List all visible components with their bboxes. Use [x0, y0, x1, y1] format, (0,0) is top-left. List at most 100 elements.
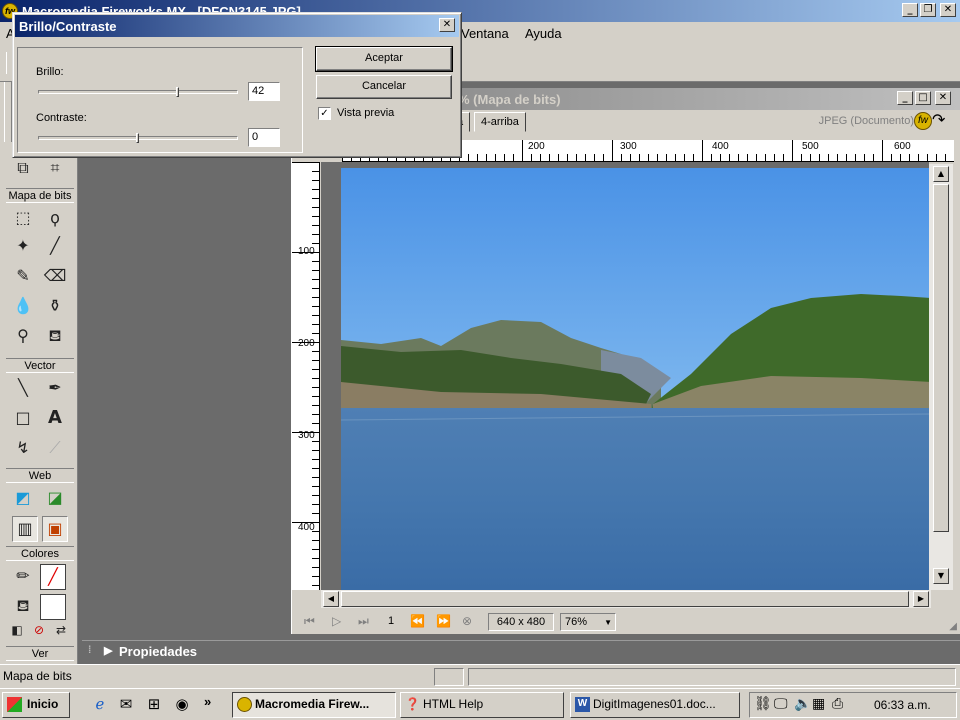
more-quicklaunch-icon[interactable]: » — [204, 694, 211, 709]
marquee-tool-icon[interactable]: ⬚ — [10, 206, 36, 232]
brightness-slider-track[interactable] — [38, 90, 238, 94]
lake-photo[interactable] — [341, 168, 931, 590]
menu-item-ayuda[interactable]: Ayuda — [525, 26, 562, 41]
text-tool-icon[interactable]: A — [42, 406, 68, 432]
zoom-level-select[interactable]: 76% ▼ — [560, 613, 616, 631]
previous-frame-icon[interactable]: ⏪ — [410, 614, 425, 628]
rectangle-tool-icon[interactable]: □ — [10, 406, 36, 432]
magic-wand-tool-icon[interactable]: ✦ — [10, 234, 36, 260]
contrast-input[interactable]: 0 — [248, 128, 280, 147]
pencil-tool-icon[interactable]: ✎ — [10, 264, 36, 290]
doc-minimize-button[interactable]: _ — [897, 91, 913, 105]
preview-checkbox[interactable]: ✓ — [318, 107, 331, 120]
eraser-tool-icon[interactable]: ⌫ — [42, 264, 68, 290]
taskbar: Inicio ℯ ✉ ⊞ ◉ » Macromedia Firew... ❓ H… — [0, 688, 960, 720]
fireworks-edit-icon[interactable]: fw — [914, 112, 932, 130]
ruler-label-v300: 300 — [298, 430, 315, 441]
outlook-icon[interactable]: ✉ — [116, 695, 136, 715]
fill-color-swatch[interactable] — [40, 594, 66, 620]
cancel-button[interactable]: Cancelar — [316, 75, 452, 99]
first-frame-icon[interactable]: ⏮ — [304, 614, 315, 629]
brightness-input[interactable]: 42 — [248, 82, 280, 101]
slice-tool-icon[interactable]: ◪ — [42, 486, 68, 512]
lasso-tool-icon[interactable]: ϙ — [42, 206, 68, 232]
scroll-up-icon[interactable]: ▲ — [933, 166, 949, 182]
knife-tool-icon[interactable]: ⟋ — [42, 436, 68, 462]
task-fireworks[interactable]: Macromedia Firew... — [232, 692, 396, 718]
minimize-button[interactable]: _ — [902, 3, 918, 17]
hotspot-tool-icon[interactable]: ◩ — [10, 486, 36, 512]
no-color-icon[interactable]: ⊘ — [30, 622, 48, 640]
close-button[interactable]: ✕ — [940, 3, 956, 17]
word-icon: W — [575, 697, 590, 712]
scroll-down-icon[interactable]: ▼ — [933, 568, 949, 584]
swap-colors-icon[interactable]: ⇄ — [52, 622, 70, 640]
default-colors-icon[interactable]: ◧ — [8, 622, 26, 640]
canvas-area[interactable] — [321, 162, 931, 590]
stroke-color-swatch[interactable]: ╱ — [40, 564, 66, 590]
hide-slices-icon[interactable]: ▥ — [12, 516, 38, 542]
blur-tool-icon[interactable]: 💧 — [10, 294, 36, 320]
internet-explorer-icon[interactable]: ℯ — [90, 695, 110, 715]
play-icon[interactable]: ▷ — [332, 614, 341, 628]
menu-item-ventana[interactable]: Ventana — [461, 26, 509, 41]
rubber-stamp-tool-icon[interactable]: ⚱ — [42, 294, 68, 320]
document-title: % (Mapa de bits) — [458, 92, 561, 107]
brush-tool-icon[interactable]: ╱ — [42, 234, 68, 260]
show-desktop-icon[interactable]: ⊞ — [144, 695, 164, 715]
vertical-scrollbar[interactable]: ▲ ▼ — [929, 164, 953, 590]
volume-icon[interactable]: 🔈 — [794, 695, 811, 712]
contrast-slider-thumb[interactable] — [136, 133, 139, 143]
system-tray: ⛓ 🖵 🔈 ▦ ⎙ 06:33 a.m. — [749, 692, 957, 718]
stop-icon[interactable]: ⊗ — [462, 614, 472, 628]
chevron-down-icon: ▼ — [604, 618, 612, 627]
scale-tool-icon[interactable]: ⧉ — [10, 156, 36, 182]
monitor-icon[interactable]: 🖵 — [774, 695, 788, 712]
resize-grip-icon[interactable]: ◢ — [949, 621, 957, 632]
pen-tool-icon[interactable]: ✒ — [42, 376, 68, 402]
start-button[interactable]: Inicio — [2, 692, 70, 718]
tab-4-arriba[interactable]: 4-arriba — [474, 112, 526, 132]
status-text: Mapa de bits — [3, 669, 72, 683]
fill-color-icon[interactable]: ⛾ — [10, 594, 36, 620]
start-label: Inicio — [27, 697, 59, 711]
restore-button[interactable]: ❐ — [920, 3, 936, 17]
stroke-color-icon[interactable]: ✏ — [10, 564, 36, 590]
doc-close-button[interactable]: ✕ — [935, 91, 951, 105]
task-word-document[interactable]: W DigitImagenes01.doc... — [570, 692, 740, 718]
panel-grip-icon[interactable]: ⁞ — [88, 645, 91, 656]
paint-bucket-tool-icon[interactable]: ⛾ — [42, 324, 68, 350]
document-format: JPEG (Documento) — [818, 115, 914, 127]
task-html-help[interactable]: ❓ HTML Help — [400, 692, 564, 718]
eyedropper-tool-icon[interactable]: ⚲ — [10, 324, 36, 350]
freeform-tool-icon[interactable]: ↯ — [10, 436, 36, 462]
doc-maximize-button[interactable]: □ — [915, 91, 931, 105]
vertical-scroll-thumb[interactable] — [933, 184, 949, 532]
expand-arrow-icon[interactable]: ▶ — [104, 644, 112, 657]
printer-icon[interactable]: ⎙ — [832, 695, 843, 712]
tools-grip — [4, 82, 12, 142]
next-frame-icon[interactable]: ⏩ — [436, 614, 451, 628]
properties-panel[interactable]: ⁞ ▶ Propiedades — [82, 640, 960, 662]
ruler-label-400: 400 — [712, 141, 729, 152]
windows-logo-icon — [7, 697, 22, 712]
horizontal-scrollbar[interactable]: ◀ ▶ — [321, 590, 931, 608]
brightness-slider-thumb[interactable] — [176, 87, 179, 97]
tray-app-icon[interactable]: ▦ — [812, 695, 825, 712]
network-icon[interactable]: ⛓ — [754, 695, 772, 712]
fireworks-task-icon — [237, 697, 252, 712]
last-frame-icon[interactable]: ⏭ — [358, 614, 369, 629]
crop-tool-icon[interactable]: ⌗ — [42, 156, 68, 182]
line-tool-icon[interactable]: ╲ — [10, 376, 36, 402]
dialog-close-button[interactable]: ✕ — [439, 18, 455, 32]
frame-number: 1 — [388, 615, 395, 627]
ok-button[interactable]: Aceptar — [315, 46, 453, 72]
checkmark-icon: ✓ — [320, 108, 329, 119]
section-web: Web — [6, 468, 74, 483]
horizontal-scroll-thumb[interactable] — [341, 591, 909, 607]
scroll-left-icon[interactable]: ◀ — [323, 591, 339, 607]
quicklaunch-icon[interactable]: ◉ — [172, 695, 192, 715]
scroll-right-icon[interactable]: ▶ — [913, 591, 929, 607]
show-slices-icon[interactable]: ▣ — [42, 516, 68, 542]
export-arrow-icon[interactable]: ↷ — [932, 110, 945, 129]
